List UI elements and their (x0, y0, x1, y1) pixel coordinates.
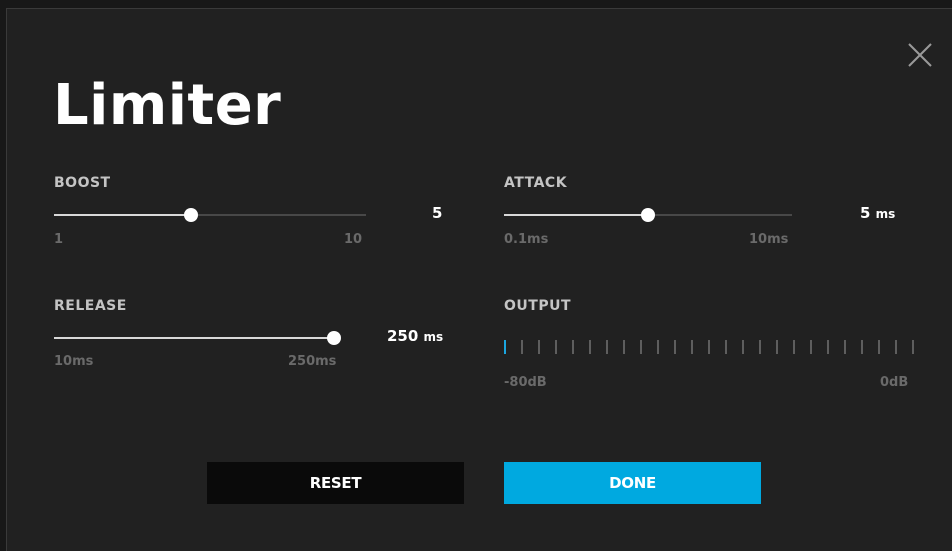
release-value-unit: ms (423, 330, 444, 344)
output-meter-bar (878, 340, 880, 354)
output-meter-bar (589, 340, 591, 354)
release-label: RELEASE (54, 298, 127, 314)
output-meter-bar (725, 340, 727, 354)
output-meter-bar (895, 340, 897, 354)
attack-label: ATTACK (504, 175, 568, 191)
output-label: OUTPUT (504, 298, 571, 314)
output-meter-bar (793, 340, 795, 354)
output-meter-bar (861, 340, 863, 354)
boost-max-label: 10 (344, 232, 363, 247)
done-button[interactable]: DONE (504, 462, 761, 504)
output-meter-bar (623, 340, 625, 354)
output-meter-bar (674, 340, 676, 354)
output-meter-bar (538, 340, 540, 354)
output-meter-bar (521, 340, 523, 354)
boost-slider-handle[interactable] (184, 208, 198, 222)
attack-value-unit: ms (875, 207, 896, 221)
reset-button[interactable]: RESET (207, 462, 464, 504)
release-slider-track[interactable] (54, 331, 341, 345)
release-min-label: 10ms (54, 354, 94, 369)
dialog-title: Limiter (53, 73, 282, 138)
output-meter-bar (572, 340, 574, 354)
attack-slider-handle[interactable] (641, 208, 655, 222)
output-meter-bar (742, 340, 744, 354)
output-meter-bar (555, 340, 557, 354)
attack-slider-fill (504, 214, 648, 216)
output-meter-bar (606, 340, 608, 354)
attack-min-label: 0.1ms (504, 232, 549, 247)
output-meter-bar (844, 340, 846, 354)
boost-value-number: 5 (432, 204, 443, 222)
attack-max-label: 10ms (749, 232, 789, 247)
boost-slider-track[interactable] (54, 208, 366, 222)
release-value: 250 ms (387, 327, 443, 345)
output-meter-bar (657, 340, 659, 354)
attack-slider-track[interactable] (504, 208, 792, 222)
release-value-number: 250 (387, 327, 419, 345)
release-slider-fill (54, 337, 334, 339)
boost-slider-fill (54, 214, 191, 216)
output-meter-bar (759, 340, 761, 354)
release-slider-handle[interactable] (327, 331, 341, 345)
output-min-label: -80dB (504, 375, 547, 390)
attack-value-number: 5 (860, 204, 871, 222)
release-max-label: 250ms (288, 354, 337, 369)
output-level-meter (504, 340, 914, 356)
output-meter-bar (827, 340, 829, 354)
output-max-label: 0dB (880, 375, 909, 390)
output-meter-bar (640, 340, 642, 354)
output-meter-bar (708, 340, 710, 354)
attack-value: 5 ms (860, 204, 895, 222)
output-meter-bar (912, 340, 914, 354)
output-meter-bar (691, 340, 693, 354)
output-meter-bar (504, 340, 506, 354)
boost-label: BOOST (54, 175, 111, 191)
boost-min-label: 1 (54, 232, 64, 247)
close-icon[interactable] (906, 41, 934, 69)
output-meter-bar (810, 340, 812, 354)
boost-value: 5 (432, 204, 442, 222)
output-meter-bar (776, 340, 778, 354)
